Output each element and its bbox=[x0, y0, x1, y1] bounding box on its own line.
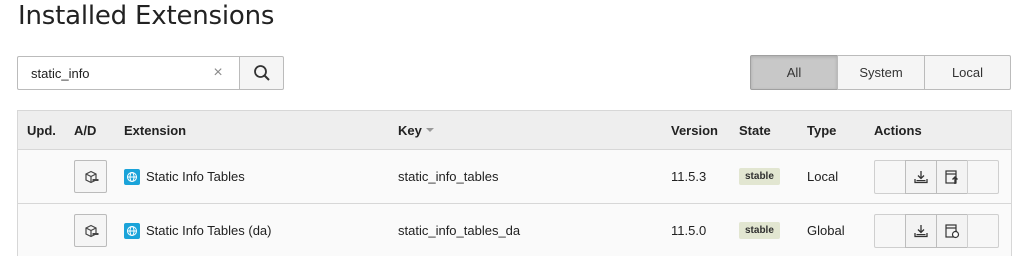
state-cell: stable bbox=[739, 150, 780, 203]
extension-cell: Static Info Tables (da) bbox=[124, 204, 272, 256]
filter-all-button[interactable]: All bbox=[750, 55, 838, 90]
filter-system-button[interactable]: System bbox=[837, 55, 925, 90]
upload-icon bbox=[945, 169, 958, 184]
status-badge: stable bbox=[739, 168, 780, 185]
sort-desc-icon bbox=[425, 128, 434, 132]
search-button[interactable] bbox=[239, 56, 284, 90]
key-cell: static_info_tables_da bbox=[398, 223, 521, 238]
search-bar: × bbox=[17, 56, 284, 90]
globe-icon bbox=[124, 168, 140, 185]
search-icon bbox=[253, 65, 270, 81]
header-version[interactable]: Version bbox=[671, 111, 718, 149]
filter-local-button[interactable]: Local bbox=[924, 55, 1011, 90]
search-input[interactable] bbox=[18, 57, 239, 89]
actions-cell bbox=[874, 204, 999, 256]
version-cell: 11.5.0 bbox=[671, 223, 707, 238]
header-actions: Actions bbox=[874, 122, 922, 138]
ad-cell bbox=[74, 204, 107, 256]
reload-icon bbox=[945, 223, 960, 238]
action-empty-button bbox=[967, 159, 999, 194]
action-empty-button bbox=[874, 159, 906, 194]
status-badge: stable bbox=[739, 222, 780, 239]
extension-title[interactable]: Static Info Tables bbox=[146, 169, 245, 184]
page-title: Installed Extensions bbox=[18, 1, 275, 31]
deactivate-button[interactable] bbox=[74, 214, 107, 247]
update-button[interactable] bbox=[936, 159, 968, 194]
table-header-row: Upd. A/D Extension Key Version State Typ… bbox=[18, 111, 1011, 150]
header-key-label: Key bbox=[398, 122, 422, 138]
deactivate-button[interactable] bbox=[74, 160, 107, 193]
download-button[interactable] bbox=[905, 159, 937, 194]
search-input-wrapper: × bbox=[17, 56, 239, 90]
table-row: Static Info Tables (da) static_info_tabl… bbox=[18, 204, 1011, 256]
extensions-table: Upd. A/D Extension Key Version State Typ… bbox=[17, 110, 1012, 256]
actions-cell bbox=[874, 150, 999, 203]
header-upd: Upd. bbox=[27, 122, 56, 138]
close-icon[interactable]: × bbox=[211, 65, 225, 81]
download-button[interactable] bbox=[905, 213, 937, 248]
globe-icon bbox=[124, 222, 140, 239]
extension-title[interactable]: Static Info Tables (da) bbox=[146, 223, 272, 238]
table-row: Static Info Tables static_info_tables 11… bbox=[18, 150, 1011, 204]
ad-cell bbox=[74, 150, 107, 203]
reload-button[interactable] bbox=[936, 213, 968, 248]
state-cell: stable bbox=[739, 204, 780, 256]
type-cell: Global bbox=[807, 223, 845, 238]
action-button-group bbox=[874, 159, 999, 194]
extension-deactivate-icon bbox=[84, 170, 98, 183]
version-cell: 11.5.3 bbox=[671, 169, 707, 184]
action-button-group bbox=[874, 213, 999, 248]
type-cell: Local bbox=[807, 169, 839, 184]
header-key[interactable]: Key bbox=[398, 111, 434, 149]
download-icon bbox=[914, 170, 928, 183]
action-empty-button bbox=[967, 213, 999, 248]
header-state[interactable]: State bbox=[739, 111, 771, 149]
download-icon bbox=[914, 224, 928, 237]
header-ad: A/D bbox=[74, 122, 97, 138]
extension-deactivate-icon bbox=[84, 224, 98, 237]
key-cell: static_info_tables bbox=[398, 169, 499, 184]
extension-cell: Static Info Tables bbox=[124, 150, 245, 203]
action-empty-button bbox=[874, 213, 906, 248]
header-type[interactable]: Type bbox=[807, 111, 836, 149]
header-extension[interactable]: Extension bbox=[124, 111, 186, 149]
filter-group: All System Local bbox=[750, 55, 1011, 90]
